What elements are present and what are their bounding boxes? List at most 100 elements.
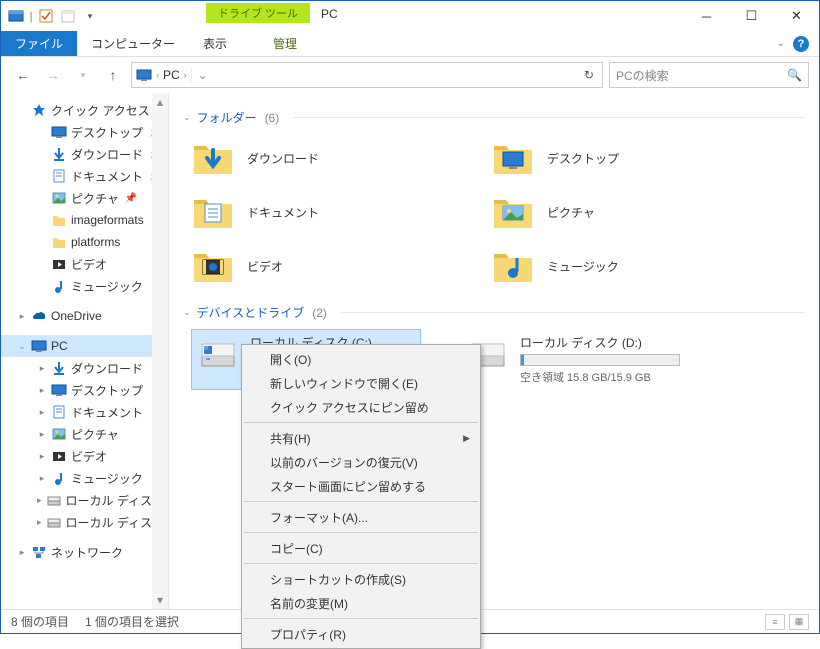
tree-pc-item-2[interactable]: ▸ ドキュメント [1,401,168,423]
context-item-10[interactable]: コピー(C) [242,536,480,560]
drives-group-header[interactable]: ⌄ デバイスとドライブ (2) [183,304,805,321]
scroll-up-icon[interactable]: ▴ [157,95,163,109]
folder-item-pictures[interactable]: ピクチャ [491,188,751,236]
ribbon-tabs: ファイル コンピューター 表示 管理 ⌄ ? [1,31,819,57]
videos-icon [51,256,67,272]
tree-pc-item-6[interactable]: ▸ローカル ディスク (C [1,489,168,511]
ribbon-tab-view[interactable]: 表示 [189,31,241,56]
collapse-icon[interactable]: ⌄ [183,112,191,123]
tree-caret-icon[interactable]: ▸ [17,547,27,558]
forward-button[interactable]: → [41,63,65,87]
drives-group-label: デバイスとドライブ [197,304,305,321]
qat-new-folder-icon[interactable] [57,5,79,27]
details-view-button[interactable]: ≡ [765,614,785,630]
ribbon-file-tab[interactable]: ファイル [1,31,77,56]
tree-quick-item-1[interactable]: ダウンロード📌 [1,143,168,165]
crumb-chevron-icon[interactable]: › [184,70,187,80]
tree-onedrive[interactable]: ▸OneDrive [1,305,168,327]
tree-caret-icon[interactable]: ▸ [37,517,42,528]
breadcrumb-pc[interactable]: PC [163,68,180,82]
context-item-4[interactable]: 共有(H)▶ [242,426,480,450]
folder-icon [51,212,67,228]
app-icon[interactable] [5,5,27,27]
music-icon [51,278,67,294]
tree-quick-item-5[interactable]: platforms [1,231,168,253]
folder-item-desktop[interactable]: デスクトップ [491,134,751,182]
ribbon-minimize-icon[interactable]: ⌄ [777,38,785,49]
tree-quick-item-3[interactable]: ピクチャ📌 [1,187,168,209]
tree-caret-icon[interactable]: ▸ [37,385,47,396]
context-item-13[interactable]: 名前の変更(M) [242,591,480,615]
context-item-label: コピー(C) [270,540,323,557]
tree-caret-icon[interactable]: ▸ [37,363,47,374]
tree-pc-item-5[interactable]: ▸ミュージック [1,467,168,489]
crumb-root-chevron-icon[interactable]: › [156,70,159,80]
tiles-view-button[interactable]: ▦ [789,614,809,630]
context-item-0[interactable]: 開く(O) [242,347,480,371]
address-bar[interactable]: › PC › ⌄ ↻ [131,62,603,88]
tree-quick-item-7[interactable]: ミュージック [1,275,168,297]
up-button[interactable]: ↑ [101,63,125,87]
tree-label: ドキュメント [71,404,143,421]
context-item-6[interactable]: スタート画面にピン留めする [242,474,480,498]
folder-item-documents[interactable]: ドキュメント [191,188,451,236]
scroll-down-icon[interactable]: ▾ [157,593,163,607]
context-item-2[interactable]: クイック アクセスにピン留め [242,395,480,419]
maximize-button[interactable]: ☐ [729,1,774,31]
context-item-8[interactable]: フォーマット(A)... [242,505,480,529]
search-icon[interactable]: 🔍 [787,68,802,82]
minimize-button[interactable]: ─ [684,1,729,31]
context-item-15[interactable]: プロパティ(R) [242,622,480,646]
folders-group-count: (6) [265,111,280,125]
qat-properties-icon[interactable] [35,5,57,27]
ribbon-tab-computer[interactable]: コンピューター [77,31,189,56]
tree-label: ダウンロード [71,360,143,377]
recent-locations-dropdown[interactable]: ▾ [71,63,95,87]
close-button[interactable]: ✕ [774,1,819,31]
tree-caret-icon[interactable]: ▸ [37,429,47,440]
qat-dropdown-icon[interactable]: ▾ [79,5,101,27]
help-icon[interactable]: ? [793,36,809,52]
context-item-1[interactable]: 新しいウィンドウで開く(E) [242,371,480,395]
downloads-icon [51,360,67,376]
folder-item-music[interactable]: ミュージック [491,242,751,290]
tree-caret-icon[interactable]: ▸ [37,451,47,462]
tree-pc-item-4[interactable]: ▸ビデオ [1,445,168,467]
drive-usage-bar [520,354,680,366]
tree-pc-item-7[interactable]: ▸ローカル ディスク (D [1,511,168,533]
tree-pc-item-3[interactable]: ▸ピクチャ [1,423,168,445]
search-input[interactable]: PCの検索 🔍 [609,62,809,88]
tree-caret-icon[interactable]: ▸ [37,407,47,418]
tree-quick-item-2[interactable]: ドキュメント📌 [1,165,168,187]
context-item-label: 新しいウィンドウで開く(E) [270,375,418,392]
tree-quick-item-4[interactable]: imageformats [1,209,168,231]
tree-caret-icon[interactable]: ▸ [37,495,42,506]
tree-quick-access[interactable]: クイック アクセス [1,99,168,121]
tree-network[interactable]: ▸ネットワーク [1,541,168,563]
tree-pc[interactable]: ⌄PC [1,335,168,357]
collapse-icon[interactable]: ⌄ [183,307,191,318]
refresh-button[interactable]: ↻ [580,68,598,82]
back-button[interactable]: ← [11,63,35,87]
tree-caret-icon[interactable]: ▸ [17,311,27,322]
tree-label: ダウンロード [71,146,143,163]
tree-pc-item-1[interactable]: ▸デスクトップ [1,379,168,401]
folder-item-videos[interactable]: ビデオ [191,242,451,290]
tree-label: ピクチャ [71,190,119,207]
drive-item-1[interactable]: ローカル ディスク (D:)空き領域 15.8 GB/15.9 GB [461,329,691,390]
tree-caret-icon[interactable]: ▸ [37,473,47,484]
address-history-dropdown[interactable]: ⌄ [191,68,214,82]
folders-group-header[interactable]: ⌄ フォルダー (6) [183,109,805,126]
context-item-5[interactable]: 以前のバージョンの復元(V) [242,450,480,474]
sidebar-scrollbar[interactable]: ▴▾ [152,93,168,609]
desktop-icon [51,382,67,398]
ribbon-tab-manage[interactable]: 管理 [259,31,311,56]
music-icon [51,470,67,486]
tree-quick-item-6[interactable]: ビデオ [1,253,168,275]
folder-item-downloads[interactable]: ダウンロード [191,134,451,182]
context-item-12[interactable]: ショートカットの作成(S) [242,567,480,591]
tree-label: ビデオ [71,256,107,273]
tree-caret-icon[interactable]: ⌄ [17,341,27,352]
tree-pc-item-0[interactable]: ▸ ダウンロード [1,357,168,379]
tree-quick-item-0[interactable]: デスクトップ📌 [1,121,168,143]
